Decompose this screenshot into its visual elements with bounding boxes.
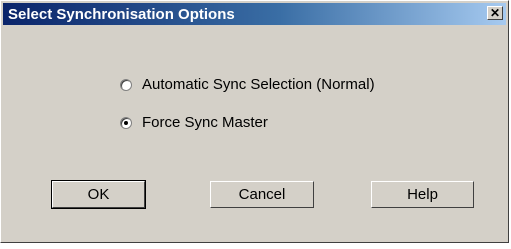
help-button[interactable]: Help: [371, 181, 474, 208]
radio-button[interactable]: [120, 116, 132, 129]
title-bar[interactable]: Select Synchronisation Options ✕: [3, 3, 506, 25]
radio-label: Automatic Sync Selection (Normal): [142, 76, 375, 93]
close-icon: ✕: [489, 6, 501, 20]
cancel-button[interactable]: Cancel: [210, 181, 314, 208]
sync-options-dialog: Select Synchronisation Options ✕ Automat…: [0, 0, 509, 243]
radio-button[interactable]: [120, 78, 132, 91]
radio-label: Force Sync Master: [142, 114, 268, 131]
dialog-title: Select Synchronisation Options: [8, 6, 235, 23]
radio-automatic-sync[interactable]: Automatic Sync Selection (Normal): [120, 76, 375, 93]
radio-force-sync-master[interactable]: Force Sync Master: [120, 114, 268, 131]
close-button[interactable]: ✕: [487, 6, 503, 20]
ok-button[interactable]: OK: [51, 180, 146, 209]
